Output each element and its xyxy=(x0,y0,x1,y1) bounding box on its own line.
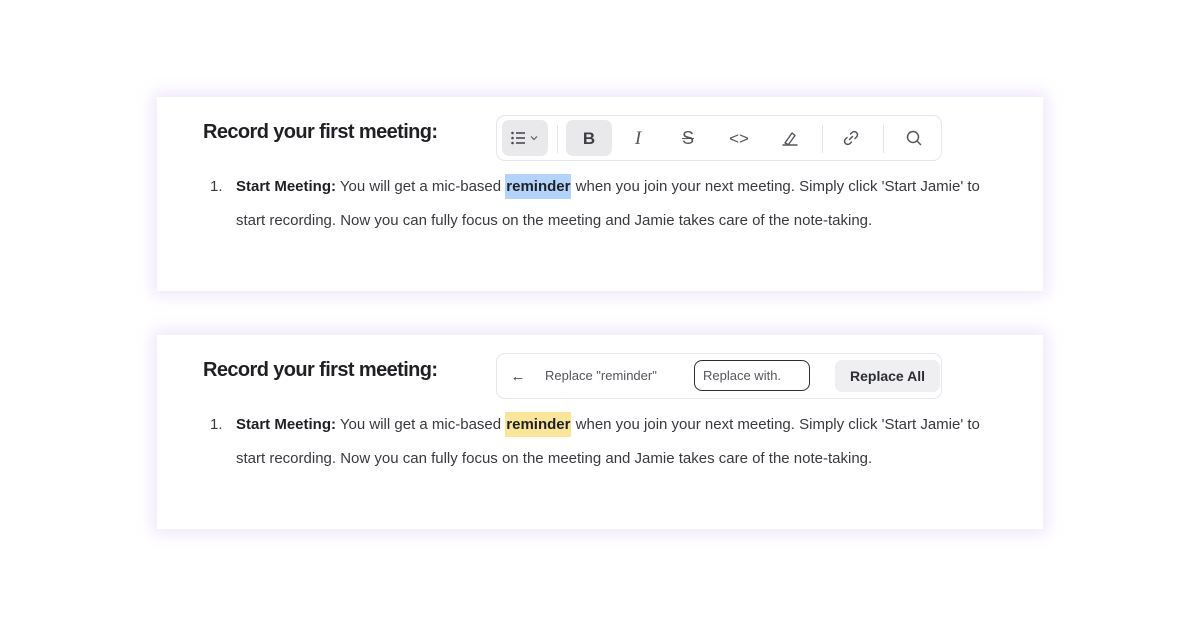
toolbar-divider xyxy=(883,125,884,153)
section-heading: Record your first meeting: xyxy=(203,359,438,381)
strikethrough-icon: S xyxy=(681,128,694,148)
list-format-icon xyxy=(511,131,538,145)
search-match-reminder[interactable]: reminder xyxy=(505,412,572,437)
list-item[interactable]: Start Meeting: You will get a mic-based … xyxy=(236,170,996,238)
item-bold-lead: Start Meeting: xyxy=(236,416,337,433)
link-button[interactable] xyxy=(831,120,871,156)
find-replace-bar: ← Replace "reminder" Replace All xyxy=(496,353,942,399)
selected-word-reminder[interactable]: reminder xyxy=(505,174,572,199)
item-bold-lead: Start Meeting: xyxy=(236,178,337,195)
toolbar-divider xyxy=(822,125,823,153)
replace-all-button[interactable]: Replace All xyxy=(835,360,940,392)
italic-button[interactable]: I xyxy=(619,120,657,156)
search-button[interactable] xyxy=(894,120,934,156)
list-format-dropdown[interactable] xyxy=(502,120,548,156)
item-text-before: You will get a mic-based xyxy=(336,416,506,433)
section-heading: Record your first meeting: xyxy=(203,121,438,143)
strikethrough-button[interactable]: S xyxy=(669,120,707,156)
toolbar-divider xyxy=(557,125,558,153)
chevron-down-icon xyxy=(530,136,538,141)
back-arrow-icon[interactable]: ← xyxy=(503,362,533,390)
replace-with-input[interactable] xyxy=(694,360,810,391)
editor-card-replace: Record your first meeting: ← Replace "re… xyxy=(157,335,1043,529)
highlight-button[interactable] xyxy=(770,120,810,156)
formatting-toolbar: B I S <> xyxy=(496,115,942,161)
bold-icon: B xyxy=(582,128,596,148)
link-icon xyxy=(843,130,859,146)
code-button[interactable]: <> xyxy=(719,120,759,156)
list-number: 1. xyxy=(210,178,223,195)
replace-target-label: Replace "reminder" xyxy=(545,368,657,383)
item-text-before: You will get a mic-based xyxy=(336,178,506,195)
bold-button[interactable]: B xyxy=(566,120,612,156)
highlighter-icon xyxy=(782,132,798,146)
list-item[interactable]: Start Meeting: You will get a mic-based … xyxy=(236,408,996,476)
search-icon xyxy=(906,130,922,146)
editor-card-formatting: Record your first meeting: B I S <> 1. S… xyxy=(157,97,1043,291)
italic-icon: I xyxy=(634,127,642,149)
code-icon: <> xyxy=(729,128,749,148)
list-number: 1. xyxy=(210,416,223,433)
